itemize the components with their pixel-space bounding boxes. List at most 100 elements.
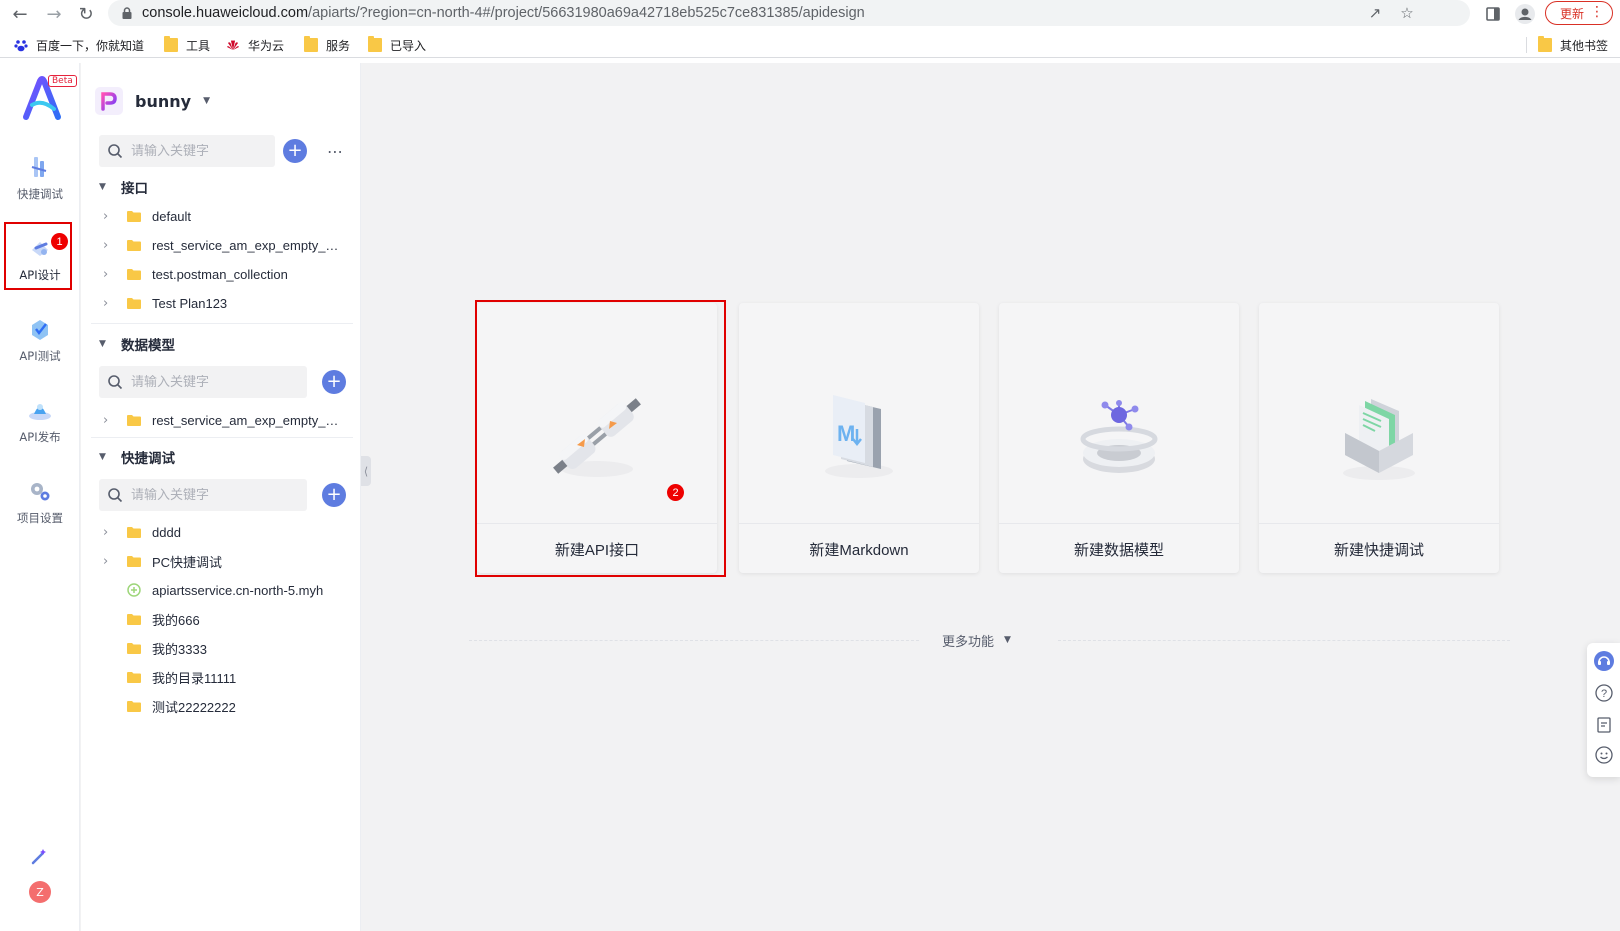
rail-item-api-publish[interactable]: API发布: [0, 390, 80, 452]
add-interface-button[interactable]: +: [283, 139, 307, 163]
more-divider-left: [469, 640, 919, 641]
section-interfaces[interactable]: ▼ 接口: [99, 177, 148, 197]
more-functions-label: 更多功能: [942, 634, 995, 650]
folder-icon: [127, 239, 141, 251]
user-avatar[interactable]: Z: [29, 881, 51, 903]
highlight-box-api-design: [4, 222, 72, 290]
chevron-right-icon: ›: [103, 208, 109, 224]
folder-icon: [127, 297, 141, 309]
bookmark-baidu[interactable]: 百度一下，你就知道: [14, 36, 144, 54]
back-icon[interactable]: ←: [8, 2, 32, 26]
markdown-icon: M: [825, 395, 893, 478]
tree-item-apiartsservice[interactable]: › apiartsservice.cn-north-5.myh: [103, 577, 353, 603]
folder-icon: [368, 36, 382, 52]
profile-icon[interactable]: [1514, 3, 1536, 25]
bookmarks-bar: 百度一下，你就知道 工具 华为云 服务 已导入 其他书签: [0, 32, 1620, 58]
customer-service-icon[interactable]: [1594, 651, 1614, 671]
card-label: 新建数据模型: [1073, 542, 1164, 559]
address-bar[interactable]: console.huaweicloud.com/apiarts/?region=…: [108, 0, 1470, 26]
chevron-right-icon: ›: [103, 412, 109, 428]
folder-icon: [127, 555, 141, 567]
smile-icon[interactable]: [1594, 745, 1614, 765]
tree-item-my-3333[interactable]: › 我的3333: [103, 635, 353, 661]
more-functions-button[interactable]: 更多功能 ▼: [942, 630, 1011, 650]
chevron-right-icon: ›: [103, 295, 109, 311]
tree-item-test-2222[interactable]: › 测试22222222: [103, 693, 353, 719]
api-test-icon: [32, 320, 48, 340]
quick-search-input[interactable]: [131, 487, 271, 503]
update-button[interactable]: 更新 ⋮: [1545, 1, 1613, 25]
tree-item-pc-quick-debug[interactable]: › PC快捷调试: [103, 548, 353, 574]
bookmark-label: 其他书签: [1560, 38, 1609, 53]
add-quick-debug-button[interactable]: +: [322, 483, 346, 507]
section-quick-debug[interactable]: ▼ 快捷调试: [99, 447, 175, 467]
rail-item-quick-debug[interactable]: 快捷调试: [0, 147, 80, 209]
rail-item-label: API发布: [19, 430, 61, 444]
magic-wand-icon[interactable]: [28, 846, 50, 868]
model-search-input[interactable]: [131, 374, 271, 390]
caret-down-icon: ▼: [99, 452, 106, 462]
folder-icon: [127, 414, 141, 426]
share-icon[interactable]: ↗: [1366, 4, 1384, 22]
caret-down-icon: ▼: [1004, 635, 1011, 645]
tree-item-test-plan[interactable]: › Test Plan123: [103, 290, 353, 316]
card-new-markdown[interactable]: M 新建Markdown: [739, 303, 979, 573]
card-new-quick-debug[interactable]: 新建快捷调试: [1259, 303, 1499, 573]
bookmark-services[interactable]: 服务: [304, 36, 350, 54]
bookmark-tools[interactable]: 工具: [164, 36, 210, 54]
card-divider: [739, 523, 979, 524]
section-title: 接口: [121, 181, 148, 197]
folder-icon: [1538, 36, 1552, 52]
collapse-panel-handle[interactable]: ⟨: [361, 456, 371, 486]
more-vert-icon: ⋮: [1590, 4, 1604, 20]
step-badge-1: 1: [51, 233, 68, 250]
data-model-icon: [1080, 400, 1158, 473]
quick-search[interactable]: [99, 479, 307, 511]
feedback-icon[interactable]: [1594, 715, 1614, 735]
tree-item-postman-collection[interactable]: › test.postman_collection: [103, 261, 353, 287]
interface-search-input[interactable]: [131, 143, 271, 159]
update-label: 更新: [1560, 6, 1585, 21]
section-data-models[interactable]: ▼ 数据模型: [99, 334, 175, 354]
bookmark-label: 工具: [186, 38, 211, 53]
interface-search[interactable]: [99, 135, 275, 167]
section-divider: [91, 437, 353, 438]
model-search[interactable]: [99, 366, 307, 398]
folder-icon: [127, 700, 141, 712]
star-icon[interactable]: ☆: [1398, 4, 1416, 22]
tree-item-default[interactable]: › default: [103, 203, 353, 229]
project-switcher[interactable]: bunny ▼: [95, 85, 210, 117]
bookmark-label: 服务: [326, 38, 351, 53]
help-icon[interactable]: ?: [1594, 683, 1614, 703]
side-panel-icon[interactable]: [1482, 3, 1504, 25]
request-icon: [127, 583, 141, 597]
tree-item-my-dir-11111[interactable]: › 我的目录11111: [103, 664, 353, 690]
reload-icon[interactable]: ↻: [74, 2, 98, 26]
tree-item-label: dddd: [152, 524, 181, 540]
tree-item-dddd[interactable]: › dddd: [103, 519, 353, 545]
bookmark-imported[interactable]: 已导入: [368, 36, 426, 54]
tree-item-label: apiartsservice.cn-north-5.myh: [152, 582, 324, 598]
bookmark-label: 华为云: [248, 38, 285, 53]
svg-text:?: ?: [1601, 688, 1607, 700]
add-model-button[interactable]: +: [322, 370, 346, 394]
card-divider: [1259, 523, 1499, 524]
tree-item-model-rest-service[interactable]: › rest_service_am_exp_empty_resource: [103, 407, 353, 433]
card-label: 新建快捷调试: [1333, 542, 1424, 559]
card-new-data-model[interactable]: 新建数据模型: [999, 303, 1239, 573]
bookmark-huaweicloud[interactable]: 华为云: [226, 36, 284, 54]
huawei-icon: [227, 40, 239, 50]
tree-item-label: test.postman_collection: [152, 266, 288, 282]
forward-icon[interactable]: →: [42, 2, 66, 26]
beta-badge: Beta: [48, 75, 77, 87]
bookmark-other[interactable]: 其他书签: [1538, 36, 1608, 54]
floating-help-bar: ?: [1587, 643, 1620, 777]
rail-item-api-test[interactable]: API测试: [0, 309, 80, 371]
svg-text:M: M: [837, 421, 855, 446]
tree-item-my-666[interactable]: › 我的666: [103, 606, 353, 632]
more-icon[interactable]: ⋯: [327, 144, 351, 163]
tree-item-rest-service[interactable]: › rest_service_am_exp_empty_resource: [103, 232, 353, 258]
rail-item-project-settings[interactable]: 项目设置: [0, 471, 80, 533]
tree-item-label: 测试22222222: [152, 699, 236, 715]
url-host: console.huaweicloud.com: [142, 5, 309, 21]
